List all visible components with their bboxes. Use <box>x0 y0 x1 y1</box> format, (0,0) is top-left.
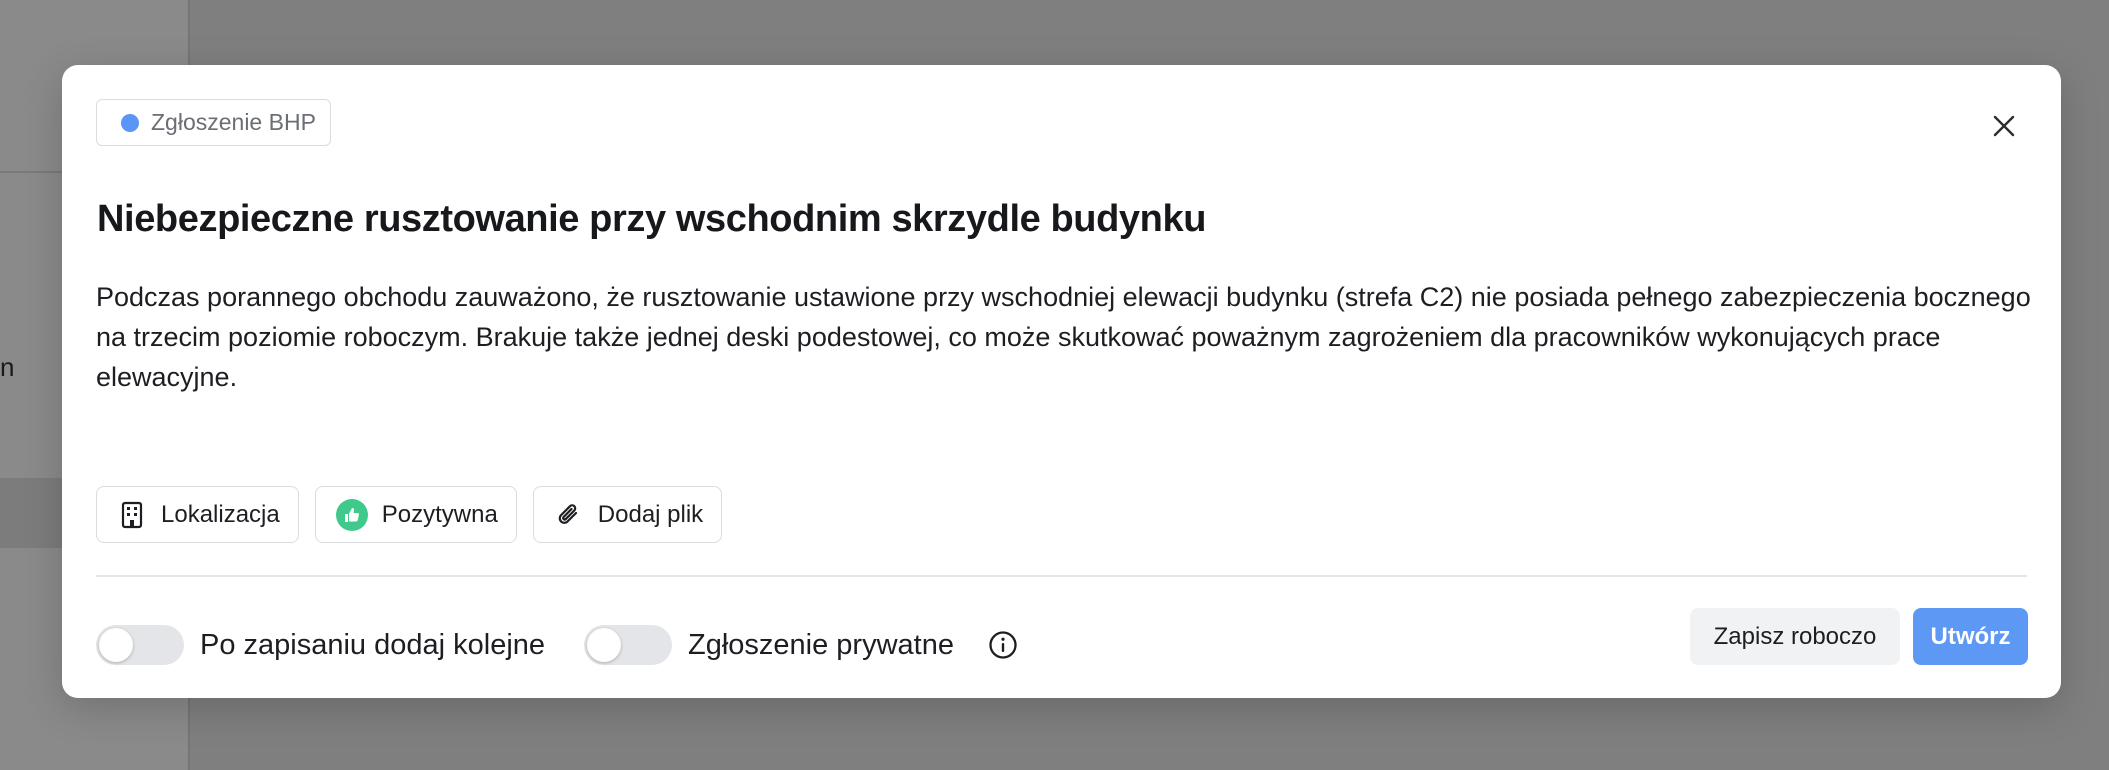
rating-chip-label: Pozytywna <box>381 500 498 528</box>
create-button[interactable]: Utwórz <box>1913 608 2028 665</box>
private-toggle[interactable] <box>584 625 672 665</box>
add-file-chip-label: Dodaj plik <box>597 500 704 528</box>
report-type-dot <box>121 113 139 132</box>
paperclip-icon <box>554 500 584 530</box>
attribute-chips: Lokalizacja Pozytywna Dodaj plik <box>96 486 723 543</box>
footer-divider <box>96 575 2027 577</box>
report-type-label: Zgłoszenie BHP <box>151 109 316 135</box>
add-next-toggle[interactable] <box>96 625 184 665</box>
thumbs-up-icon <box>335 498 368 531</box>
rating-chip[interactable]: Pozytywna <box>314 486 517 543</box>
save-draft-button[interactable]: Zapisz roboczo <box>1690 608 1900 665</box>
close-icon <box>1993 115 2015 137</box>
location-chip[interactable]: Lokalizacja <box>96 486 299 543</box>
report-title[interactable]: Niebezpieczne rusztowanie przy wschodnim… <box>97 198 1206 241</box>
create-report-modal: Zgłoszenie BHP Niebezpieczne rusztowanie… <box>62 65 2061 698</box>
add-next-label: Po zapisaniu dodaj kolejne <box>200 628 546 661</box>
close-button[interactable] <box>1988 110 2020 142</box>
report-description[interactable]: Podczas porannego obchodu zauważono, że … <box>96 277 2036 397</box>
toggle-knob <box>587 628 621 662</box>
info-icon[interactable] <box>988 630 1018 660</box>
add-next-toggle-group: Po zapisaniu dodaj kolejne <box>96 625 545 665</box>
building-icon <box>117 500 147 530</box>
report-type-tag[interactable]: Zgłoszenie BHP <box>96 99 331 146</box>
private-label: Zgłoszenie prywatne <box>688 628 954 661</box>
location-chip-label: Lokalizacja <box>161 500 280 528</box>
background-text-fragment: n <box>0 352 15 382</box>
toggle-knob <box>99 628 133 662</box>
add-file-chip[interactable]: Dodaj plik <box>532 486 723 543</box>
private-toggle-group: Zgłoszenie prywatne <box>584 625 1018 665</box>
